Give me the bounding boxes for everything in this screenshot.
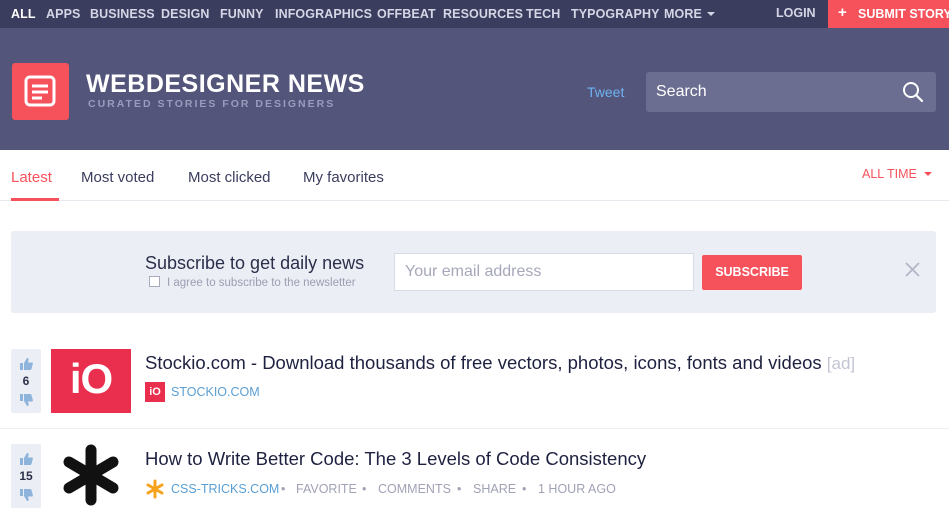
subscribe-banner: Subscribe to get daily news I agree to s…	[11, 231, 936, 313]
active-tab-indicator	[11, 198, 59, 201]
search-input[interactable]	[646, 72, 896, 112]
story-title[interactable]: Stockio.com - Download thousands of free…	[145, 352, 855, 374]
story-tabs: Latest Most voted Most clicked My favori…	[0, 150, 949, 201]
agree-checkbox[interactable]	[149, 276, 160, 288]
ad-label: [ad]	[826, 354, 856, 373]
login-link[interactable]: LOGIN	[776, 6, 816, 20]
vote-box: 6	[11, 349, 41, 413]
nav-business[interactable]: BUSINESS	[90, 7, 155, 21]
asterisk-icon	[63, 444, 119, 506]
vote-count: 6	[22, 374, 30, 388]
nav-resources[interactable]: RESOURCES	[443, 7, 523, 21]
tab-most-voted[interactable]: Most voted	[81, 169, 154, 186]
submit-story-label: SUBMIT STORY	[858, 7, 949, 21]
subscribe-button[interactable]: SUBSCRIBE	[702, 255, 802, 290]
comments-link[interactable]: COMMENTS	[378, 482, 451, 496]
asterisk-icon	[145, 479, 165, 499]
meta-separator: •	[522, 482, 527, 496]
source-link[interactable]: STOCKIO.COM	[171, 385, 260, 399]
share-link[interactable]: SHARE	[473, 482, 516, 496]
search-box	[646, 72, 936, 112]
submit-story-button[interactable]: + SUBMIT STORY	[828, 0, 949, 28]
meta-separator: •	[281, 482, 286, 496]
subscribe-title: Subscribe to get daily news	[145, 253, 365, 273]
divider	[0, 428, 949, 429]
nav-funny[interactable]: FUNNY	[220, 7, 264, 21]
meta-separator: •	[362, 482, 367, 496]
meta-separator: •	[457, 482, 462, 496]
agree-label: I agree to subscribe to the newsletter	[167, 277, 356, 289]
email-field[interactable]	[395, 254, 693, 290]
newsletter-agree[interactable]: I agree to subscribe to the newsletter	[149, 276, 356, 289]
story-thumbnail[interactable]	[51, 444, 131, 508]
site-header: WEBDESIGNER NEWS CURATED STORIES FOR DES…	[0, 28, 949, 150]
nav-apps[interactable]: APPS	[46, 7, 80, 21]
nav-offbeat[interactable]: OFFBEAT	[377, 7, 436, 21]
time-range-label: ALL TIME	[862, 167, 917, 181]
search-icon[interactable]	[902, 81, 924, 108]
thumbs-up-icon[interactable]	[19, 357, 33, 375]
thumbs-up-icon[interactable]	[19, 452, 33, 470]
email-field-wrapper	[394, 253, 694, 291]
tweet-link[interactable]: Tweet	[587, 84, 624, 100]
tab-latest[interactable]: Latest	[11, 169, 52, 186]
story-thumbnail[interactable]: iO	[51, 349, 131, 413]
nav-design[interactable]: DESIGN	[161, 7, 210, 21]
chevron-down-icon	[923, 171, 932, 176]
nav-infographics[interactable]: INFOGRAPHICS	[275, 7, 372, 21]
source-link[interactable]: CSS-TRICKS.COM	[171, 482, 279, 496]
plus-icon: +	[838, 4, 847, 21]
story-time: 1 HOUR AGO	[538, 482, 616, 496]
vote-count: 15	[19, 469, 33, 483]
thumbs-down-icon[interactable]	[19, 393, 33, 411]
tab-my-favorites[interactable]: My favorites	[303, 169, 384, 186]
site-title[interactable]: WEBDESIGNER NEWS	[86, 70, 365, 99]
source-favicon: iO	[145, 382, 165, 402]
nav-more-label: MORE	[664, 7, 702, 21]
story-title[interactable]: How to Write Better Code: The 3 Levels o…	[145, 448, 646, 470]
favorite-link[interactable]: FAVORITE	[296, 482, 357, 496]
nav-tech[interactable]: TECH	[526, 7, 560, 21]
nav-all[interactable]: ALL	[11, 7, 36, 21]
chevron-down-icon	[706, 11, 715, 16]
story-title-text: Stockio.com - Download thousands of free…	[145, 352, 822, 373]
thumbs-down-icon[interactable]	[19, 488, 33, 506]
close-icon[interactable]	[905, 262, 920, 282]
thumbnail-logo: iO	[69, 355, 113, 402]
nav-more[interactable]: MORE	[664, 7, 715, 21]
vote-box: 15	[11, 444, 41, 508]
site-tagline: CURATED STORIES FOR DESIGNERS	[88, 98, 336, 110]
nav-typography[interactable]: TYPOGRAPHY	[571, 7, 660, 21]
logo-icon[interactable]	[12, 63, 69, 120]
top-navigation: ALL APPS BUSINESS DESIGN FUNNY INFOGRAPH…	[0, 0, 949, 28]
tab-most-clicked[interactable]: Most clicked	[188, 169, 271, 186]
time-range-dropdown[interactable]: ALL TIME	[862, 167, 932, 181]
